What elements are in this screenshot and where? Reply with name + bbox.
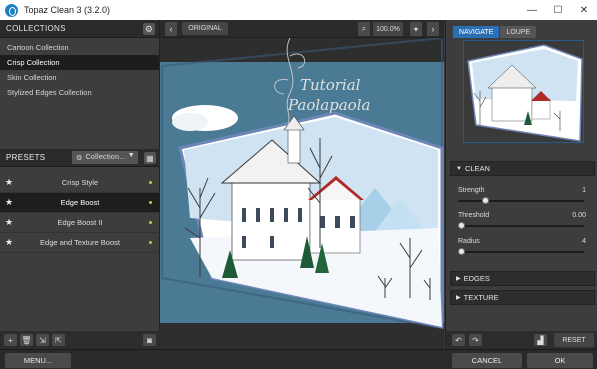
preset-list: ★ Crisp Style ★ Edge Boost ★ Edge Boost … (0, 173, 160, 253)
collection-item-cartoon[interactable]: Cartoon Collection (0, 40, 159, 55)
strength-label-row: Strength 1 (458, 187, 586, 194)
radius-slider[interactable]: Radius 4 (458, 238, 586, 255)
strength-track[interactable] (458, 197, 584, 204)
preset-label: Edge Boost (60, 198, 100, 207)
radius-knob[interactable] (458, 248, 465, 255)
collections-title: COLLECTIONS (6, 24, 66, 33)
triangle-right-icon: ▶ (456, 276, 461, 282)
status-dot-icon (149, 181, 152, 184)
threshold-slider[interactable]: Threshold 0.00 (458, 212, 586, 229)
chevron-down-icon: ▼ (127, 152, 135, 159)
star-icon[interactable]: ★ (5, 237, 13, 248)
radius-track[interactable] (458, 248, 584, 255)
navigator-preview (464, 41, 583, 142)
strength-slider[interactable]: Strength 1 (458, 187, 586, 204)
ok-button[interactable]: OK (527, 353, 593, 368)
lightbulb-icon[interactable]: ✦ (410, 22, 422, 36)
chevron-right-icon[interactable]: › (427, 22, 439, 36)
collection-item-stylized-edges[interactable]: Stylized Edges Collection (0, 85, 159, 100)
cancel-button[interactable]: CANCEL (452, 353, 522, 368)
preview-toolbar: ‹ ORIGINAL ⌕ 100.0% ✦ › (160, 20, 444, 38)
left-panel: COLLECTIONS ⚙ Cartoon Collection Crisp C… (0, 20, 160, 349)
clean-section-header[interactable]: ▼ CLEAN (450, 161, 595, 176)
window-title: Topaz Clean 3 (3.2.0) (24, 5, 111, 15)
strength-value[interactable]: 1 (582, 187, 586, 194)
grid-view-icon[interactable]: ▦ (144, 152, 156, 164)
collection-dropdown[interactable]: ⚙ Collection... ▼ (72, 151, 138, 164)
star-icon[interactable]: ★ (5, 197, 13, 208)
navigator-tabs: NAVIGATE LOUPE (453, 26, 537, 38)
clean-section-title: CLEAN (464, 164, 490, 173)
preset-item-edge-texture-boost[interactable]: ★ Edge and Texture Boost (0, 233, 160, 253)
edges-section-title: EDGES (463, 274, 490, 283)
radius-value[interactable]: 4 (582, 238, 586, 245)
threshold-label-row: Threshold 0.00 (458, 212, 586, 219)
collection-item-skin[interactable]: Skin Collection (0, 70, 159, 85)
status-dot-icon (149, 221, 152, 224)
gear-icon: ⚙ (76, 154, 83, 162)
navigator-thumbnail[interactable] (463, 40, 584, 143)
strength-knob[interactable] (482, 197, 489, 204)
watermark-line-2: Paolapaola (287, 96, 370, 114)
edges-section-header[interactable]: ▶ EDGES (450, 271, 595, 286)
stamp-icon[interactable]: ▟ (534, 334, 547, 346)
texture-section-title: TEXTURE (463, 293, 499, 302)
strength-label: Strength (458, 187, 485, 194)
trash-icon[interactable]: 🗑 (20, 334, 33, 346)
presets-header: PRESETS ⚙ Collection... ▼ ▦ (0, 149, 160, 167)
status-dot-icon (149, 241, 152, 244)
zoom-level[interactable]: 100.0% (373, 22, 403, 36)
status-dot-icon (149, 201, 152, 204)
collections-header: COLLECTIONS ⚙ (0, 20, 159, 38)
original-button[interactable]: ORIGINAL (182, 22, 228, 35)
export-icon[interactable]: ⇱ (52, 334, 65, 346)
preset-label: Edge Boost II (57, 218, 103, 227)
radius-label: Radius (458, 238, 480, 245)
tab-navigate[interactable]: NAVIGATE (453, 26, 500, 38)
texture-section-header[interactable]: ▶ TEXTURE (450, 290, 595, 305)
collection-dropdown-value: Collection... (85, 154, 127, 161)
watermark-line-1: Tutorial (300, 76, 361, 94)
close-button[interactable]: ✕ (571, 0, 597, 20)
preset-item-edge-boost[interactable]: ★ Edge Boost (0, 193, 160, 213)
redo-icon[interactable]: ↷ (469, 334, 482, 346)
topaz-app-icon (5, 3, 18, 17)
preview-canvas[interactable]: Tutorial Paolapaola (160, 38, 444, 349)
maximize-button[interactable]: ☐ (545, 0, 571, 20)
threshold-track[interactable] (458, 222, 584, 229)
preset-label: Crisp Style (61, 178, 99, 187)
title-bar: Topaz Clean 3 (3.2.0) — ☐ ✕ (0, 0, 597, 20)
right-panel: NAVIGATE LOUPE ▼ CLEAN Strength 1 Thresh… (445, 20, 597, 349)
tab-loupe[interactable]: LOUPE (500, 26, 537, 38)
import-icon[interactable]: ⇲ (36, 334, 49, 346)
chevron-left-icon[interactable]: ‹ (165, 21, 177, 36)
preset-label: Edge and Texture Boost (40, 238, 120, 247)
minimize-button[interactable]: — (519, 0, 545, 20)
preset-toolbar: + 🗑 ⇲ ⇱ ◙ (0, 331, 160, 349)
reset-button[interactable]: RESET (554, 333, 594, 347)
camera-icon[interactable]: ◙ (143, 334, 156, 346)
threshold-knob[interactable] (458, 222, 465, 229)
preset-item-edge-boost-ii[interactable]: ★ Edge Boost II (0, 213, 160, 233)
threshold-label: Threshold (458, 212, 490, 219)
triangle-right-icon: ▶ (456, 295, 461, 301)
star-icon[interactable]: ★ (5, 217, 13, 228)
gear-icon[interactable]: ⚙ (143, 23, 155, 35)
history-toolbar: ↶ ↷ ▟ RESET (446, 331, 597, 349)
preset-item-crisp-style[interactable]: ★ Crisp Style (0, 173, 160, 193)
zoom-icon[interactable]: ⌕ (358, 22, 370, 36)
radius-label-row: Radius 4 (458, 238, 586, 245)
collection-item-crisp[interactable]: Crisp Collection (0, 55, 159, 70)
menu-button[interactable]: MENU... (5, 353, 71, 368)
star-icon[interactable]: ★ (5, 177, 13, 188)
preview-image: Tutorial Paolapaola (160, 38, 444, 349)
undo-icon[interactable]: ↶ (452, 334, 465, 346)
threshold-value[interactable]: 0.00 (572, 212, 586, 219)
add-preset-icon[interactable]: + (4, 334, 17, 346)
presets-title: PRESETS (6, 153, 46, 162)
footer-bar: MENU... CANCEL OK (0, 349, 597, 369)
collections-list: Cartoon Collection Crisp Collection Skin… (0, 40, 159, 100)
triangle-down-icon: ▼ (456, 165, 462, 172)
